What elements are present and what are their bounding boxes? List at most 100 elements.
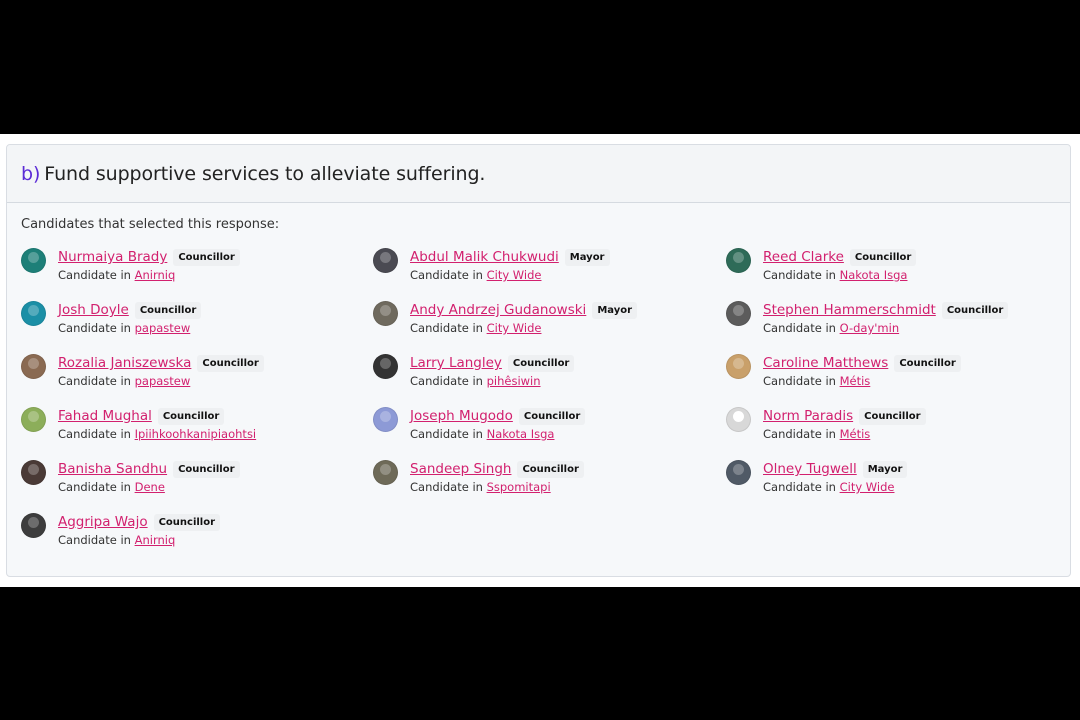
candidate-grid: Nurmaiya Brady Councillor Candidate in A… xyxy=(21,247,1080,565)
ward-link[interactable]: Anirniq xyxy=(135,533,176,547)
candidate-in-label: Candidate in xyxy=(410,321,483,335)
candidate-in-label: Candidate in xyxy=(763,321,836,335)
candidate-name-link[interactable]: Banisha Sandhu xyxy=(58,461,167,477)
candidate-item: Andy Andrzej Gudanowski Mayor Candidate … xyxy=(373,300,726,353)
ward-link[interactable]: City Wide xyxy=(487,321,542,335)
role-badge: Councillor xyxy=(859,407,926,425)
candidate-name-link[interactable]: Stephen Hammerschmidt xyxy=(763,302,936,318)
candidate-item: Fahad Mughal Councillor Candidate in Ipi… xyxy=(21,406,373,459)
candidate-in-label: Candidate in xyxy=(763,427,836,441)
avatar[interactable] xyxy=(21,460,46,485)
candidate-name-link[interactable]: Larry Langley xyxy=(410,355,502,371)
candidate-info: Rozalia Janiszewska Councillor Candidate… xyxy=(58,353,264,388)
avatar[interactable] xyxy=(726,407,751,432)
candidate-item: Sandeep Singh Councillor Candidate in Ss… xyxy=(373,459,726,512)
candidate-line: Abdul Malik Chukwudi Mayor xyxy=(410,247,610,267)
candidate-item: Olney Tugwell Mayor Candidate in City Wi… xyxy=(726,459,1066,512)
candidate-info: Olney Tugwell Mayor Candidate in City Wi… xyxy=(763,459,908,494)
candidate-item: Banisha Sandhu Councillor Candidate in D… xyxy=(21,459,373,512)
ward-link[interactable]: City Wide xyxy=(840,480,895,494)
candidate-item: Nurmaiya Brady Councillor Candidate in A… xyxy=(21,247,373,300)
candidate-name-link[interactable]: Reed Clarke xyxy=(763,249,844,265)
ward-link[interactable]: Nakota Isga xyxy=(840,268,908,282)
ward-link[interactable]: papastew xyxy=(135,374,191,388)
candidate-item: Reed Clarke Councillor Candidate in Nako… xyxy=(726,247,1066,300)
candidate-name-link[interactable]: Sandeep Singh xyxy=(410,461,511,477)
ward-link[interactable]: Dene xyxy=(135,480,165,494)
candidate-in-label: Candidate in xyxy=(763,374,836,388)
avatar[interactable] xyxy=(373,407,398,432)
ward-link[interactable]: O-day'min xyxy=(840,321,900,335)
avatar[interactable] xyxy=(21,301,46,326)
candidate-info: Stephen Hammerschmidt Councillor Candida… xyxy=(763,300,1009,335)
candidate-in-label: Candidate in xyxy=(763,480,836,494)
candidate-line: Joseph Mugodo Councillor xyxy=(410,406,586,426)
avatar[interactable] xyxy=(726,248,751,273)
candidate-name-link[interactable]: Aggripa Wajo xyxy=(58,514,148,530)
candidate-item: Larry Langley Councillor Candidate in pi… xyxy=(373,353,726,406)
candidate-info: Caroline Matthews Councillor Candidate i… xyxy=(763,353,961,388)
candidate-name-link[interactable]: Olney Tugwell xyxy=(763,461,857,477)
candidate-name-link[interactable]: Abdul Malik Chukwudi xyxy=(410,249,559,265)
candidate-in-label: Candidate in xyxy=(410,374,483,388)
role-badge: Councillor xyxy=(197,354,264,372)
candidate-name-link[interactable]: Caroline Matthews xyxy=(763,355,888,371)
avatar[interactable] xyxy=(373,354,398,379)
candidate-line: Olney Tugwell Mayor xyxy=(763,459,908,479)
candidate-info: Norm Paradis Councillor Candidate in Mét… xyxy=(763,406,926,441)
candidate-line: Larry Langley Councillor xyxy=(410,353,575,373)
candidate-name-link[interactable]: Joseph Mugodo xyxy=(410,408,513,424)
avatar[interactable] xyxy=(373,460,398,485)
candidate-name-link[interactable]: Josh Doyle xyxy=(58,302,129,318)
ward-link[interactable]: City Wide xyxy=(487,268,542,282)
candidate-info: Andy Andrzej Gudanowski Mayor Candidate … xyxy=(410,300,638,335)
candidate-info: Joseph Mugodo Councillor Candidate in Na… xyxy=(410,406,586,441)
avatar[interactable] xyxy=(21,513,46,538)
candidate-item: Caroline Matthews Councillor Candidate i… xyxy=(726,353,1066,406)
ward-link[interactable]: papastew xyxy=(135,321,191,335)
candidate-line: Aggripa Wajo Councillor xyxy=(58,512,221,532)
ward-link[interactable]: Sspomitapi xyxy=(487,480,551,494)
role-badge: Councillor xyxy=(517,460,584,478)
candidate-ward-line: Candidate in Dene xyxy=(58,480,240,494)
ward-link[interactable]: Métis xyxy=(840,374,871,388)
candidate-in-label: Candidate in xyxy=(58,321,131,335)
candidate-line: Norm Paradis Councillor xyxy=(763,406,926,426)
question-title: b) Fund supportive services to alleviate … xyxy=(21,163,485,185)
avatar[interactable] xyxy=(373,301,398,326)
candidate-ward-line: Candidate in Ipiihkoohkanipiaohtsi xyxy=(58,427,256,441)
candidate-item: Josh Doyle Councillor Candidate in papas… xyxy=(21,300,373,353)
avatar[interactable] xyxy=(21,354,46,379)
role-badge: Councillor xyxy=(134,301,202,319)
candidate-ward-line: Candidate in Sspomitapi xyxy=(410,480,584,494)
candidate-name-link[interactable]: Rozalia Janiszewska xyxy=(58,355,191,371)
candidate-item: Abdul Malik Chukwudi Mayor Candidate in … xyxy=(373,247,726,300)
candidate-name-link[interactable]: Andy Andrzej Gudanowski xyxy=(410,302,586,318)
avatar[interactable] xyxy=(726,301,751,326)
role-badge: Mayor xyxy=(862,460,908,478)
ward-link[interactable]: Métis xyxy=(840,427,871,441)
candidate-info: Reed Clarke Councillor Candidate in Nako… xyxy=(763,247,917,282)
avatar[interactable] xyxy=(726,460,751,485)
role-badge: Councillor xyxy=(507,354,575,372)
candidate-line: Andy Andrzej Gudanowski Mayor xyxy=(410,300,638,320)
candidate-in-label: Candidate in xyxy=(410,268,483,282)
candidate-line: Caroline Matthews Councillor xyxy=(763,353,961,373)
candidate-name-link[interactable]: Norm Paradis xyxy=(763,408,853,424)
candidate-info: Josh Doyle Councillor Candidate in papas… xyxy=(58,300,202,335)
response-card: b) Fund supportive services to alleviate … xyxy=(6,144,1071,577)
candidate-ward-line: Candidate in Nakota Isga xyxy=(763,268,916,282)
candidate-name-link[interactable]: Nurmaiya Brady xyxy=(58,249,167,265)
ward-link[interactable]: Ipiihkoohkanipiaohtsi xyxy=(135,427,257,441)
candidate-name-link[interactable]: Fahad Mughal xyxy=(58,408,152,424)
candidate-ward-line: Candidate in Métis xyxy=(763,374,961,388)
ward-link[interactable]: pihêsiwin xyxy=(487,374,541,388)
avatar[interactable] xyxy=(21,407,46,432)
avatar[interactable] xyxy=(373,248,398,273)
candidate-ward-line: Candidate in City Wide xyxy=(410,268,610,282)
avatar[interactable] xyxy=(21,248,46,273)
candidate-ward-line: Candidate in papastew xyxy=(58,374,264,388)
ward-link[interactable]: Nakota Isga xyxy=(487,427,555,441)
ward-link[interactable]: Anirniq xyxy=(135,268,176,282)
avatar[interactable] xyxy=(726,354,751,379)
